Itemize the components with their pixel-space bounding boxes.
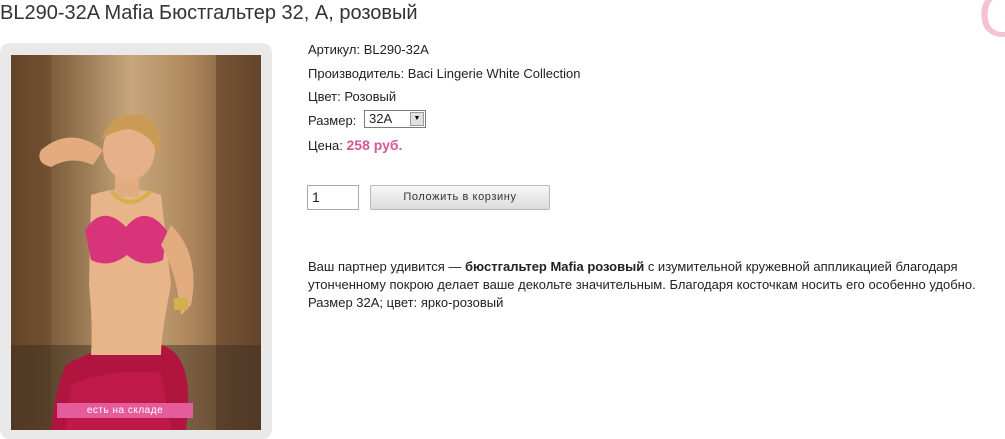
product-title: BL290-32A Mafia Бюстгальтер 32, A, розов…: [0, 2, 418, 24]
article-row: Артикул: BL290-32A: [308, 42, 429, 57]
size-label: Размер:: [308, 113, 357, 128]
chevron-down-icon[interactable]: ▼: [410, 112, 424, 126]
article-label: Артикул:: [308, 42, 361, 57]
description-text-start: Ваш партнер удивится —: [308, 259, 466, 274]
product-photo[interactable]: [11, 55, 261, 430]
product-photo-illustration: [11, 55, 261, 430]
product-image-frame: есть на складе: [0, 43, 272, 439]
price-row: Цена: 258 руб.: [308, 137, 402, 153]
description-bold-text: бюстгальтер Mafia розовый: [465, 259, 645, 274]
corner-decoration: C: [978, 0, 1005, 51]
color-row: Цвет: Розовый: [308, 89, 396, 104]
size-select[interactable]: 32A ▼: [364, 110, 426, 128]
manufacturer-value: Baci Lingerie White Collection: [407, 66, 581, 81]
price-value: 258 руб.: [346, 137, 403, 153]
color-value: Розовый: [344, 89, 397, 104]
article-value: BL290-32A: [363, 42, 429, 57]
color-label: Цвет:: [308, 89, 341, 104]
product-page: BL290-32A Mafia Бюстгальтер 32, A, розов…: [0, 0, 1005, 439]
add-to-cart-button[interactable]: Положить в корзину: [370, 185, 550, 210]
size-selected-value: 32A: [369, 111, 393, 126]
quantity-input[interactable]: 1: [307, 185, 359, 210]
price-label: Цена:: [308, 138, 343, 153]
size-row: Размер: 32A ▼: [308, 110, 426, 128]
manufacturer-label: Производитель:: [308, 66, 405, 81]
manufacturer-row: Производитель: Baci Lingerie White Colle…: [308, 66, 580, 81]
in-stock-badge: есть на складе: [57, 403, 193, 418]
product-description: Ваш партнер удивится — бюстгальтер Mafia…: [308, 258, 1003, 312]
